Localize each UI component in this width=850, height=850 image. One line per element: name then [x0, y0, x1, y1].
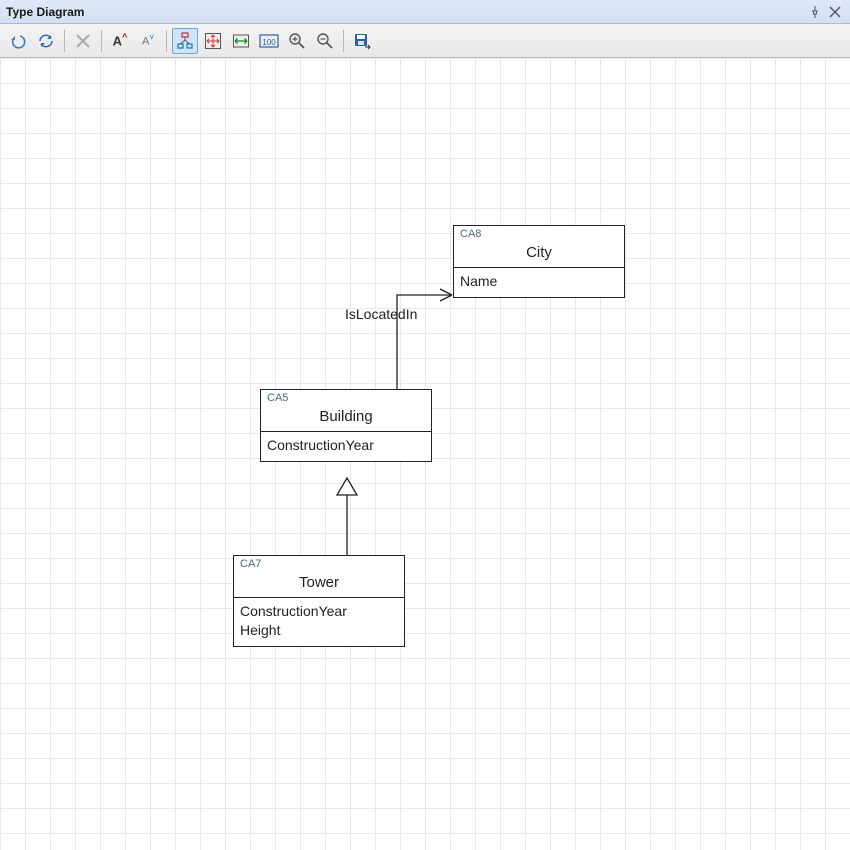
- close-icon: [829, 6, 841, 18]
- entity-city-attr-0: Name: [460, 272, 618, 291]
- entity-tower-attr-1: Height: [240, 621, 398, 640]
- toolbar-sep-4: [343, 30, 344, 52]
- undo-icon: [9, 32, 27, 50]
- pin-button[interactable]: [806, 3, 824, 21]
- entity-city[interactable]: CA8 City Name: [453, 225, 625, 298]
- fit-page-icon: [204, 32, 222, 50]
- entity-city-name: City: [460, 242, 618, 263]
- fit-page-button[interactable]: [200, 28, 226, 54]
- entity-city-header: CA8 City: [454, 226, 624, 268]
- auto-layout-button[interactable]: [172, 28, 198, 54]
- refresh-icon: [37, 32, 55, 50]
- entity-building-header: CA5 Building: [261, 390, 431, 432]
- font-increase-icon: A^: [113, 33, 128, 47]
- entity-tower-header: CA7 Tower: [234, 556, 404, 598]
- delete-icon: [75, 33, 91, 49]
- toolbar: A^ A˅ 100: [0, 24, 850, 58]
- entity-tower-body: ConstructionYear Height: [234, 598, 404, 646]
- entity-tower-name: Tower: [240, 572, 398, 593]
- svg-text:100: 100: [262, 38, 276, 47]
- zoom-in-icon: [288, 32, 306, 50]
- relation-label-islocatedin[interactable]: IsLocatedIn: [343, 306, 419, 322]
- toolbar-sep-3: [166, 30, 167, 52]
- font-decrease-button[interactable]: A˅: [135, 28, 161, 54]
- save-button[interactable]: [349, 28, 375, 54]
- toolbar-sep-2: [101, 30, 102, 52]
- entity-building-body: ConstructionYear: [261, 432, 431, 461]
- zoom-out-icon: [316, 32, 334, 50]
- fit-width-button[interactable]: [228, 28, 254, 54]
- undo-button[interactable]: [5, 28, 31, 54]
- zoom-in-button[interactable]: [284, 28, 310, 54]
- save-icon: [353, 32, 371, 50]
- fit-width-icon: [232, 32, 250, 50]
- layout-icon: [176, 32, 194, 50]
- entity-tower-attr-0: ConstructionYear: [240, 602, 398, 621]
- entity-city-id: CA8: [460, 228, 618, 242]
- entity-building-attr-0: ConstructionYear: [267, 436, 425, 455]
- entity-building[interactable]: CA5 Building ConstructionYear: [260, 389, 432, 462]
- font-increase-button[interactable]: A^: [107, 28, 133, 54]
- refresh-button[interactable]: [33, 28, 59, 54]
- entity-building-id: CA5: [267, 392, 425, 406]
- font-decrease-icon: A˅: [142, 34, 154, 48]
- titlebar: Type Diagram: [0, 0, 850, 24]
- window-title: Type Diagram: [6, 5, 84, 19]
- entity-tower-id: CA7: [240, 558, 398, 572]
- zoom-100-button[interactable]: 100: [256, 28, 282, 54]
- entity-tower[interactable]: CA7 Tower ConstructionYear Height: [233, 555, 405, 647]
- entity-city-body: Name: [454, 268, 624, 297]
- close-button[interactable]: [826, 3, 844, 21]
- zoom-100-icon: 100: [259, 32, 279, 50]
- pin-icon: [809, 6, 821, 18]
- zoom-out-button[interactable]: [312, 28, 338, 54]
- toolbar-sep-1: [64, 30, 65, 52]
- diagram-canvas[interactable]: IsLocatedIn CA8 City Name CA5 Building C…: [0, 58, 850, 850]
- delete-button[interactable]: [70, 28, 96, 54]
- entity-building-name: Building: [267, 406, 425, 427]
- diagram-surface[interactable]: IsLocatedIn CA8 City Name CA5 Building C…: [0, 58, 850, 850]
